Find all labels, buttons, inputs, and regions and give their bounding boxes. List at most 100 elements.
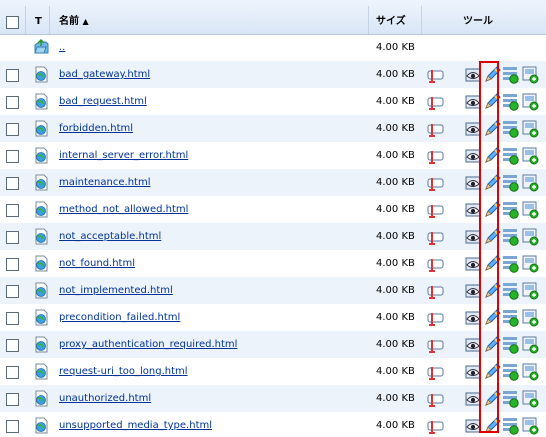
- table-row[interactable]: bad_request.html 4.00 KB: [0, 88, 546, 115]
- table-row[interactable]: not_acceptable.html 4.00 KB: [0, 223, 546, 250]
- properties-icon[interactable]: [502, 254, 520, 273]
- properties-icon[interactable]: [502, 281, 520, 300]
- edit-icon[interactable]: [483, 119, 501, 138]
- properties-icon[interactable]: [502, 173, 520, 192]
- row-checkbox[interactable]: [6, 123, 19, 136]
- edit-icon[interactable]: [483, 335, 501, 354]
- rename-icon[interactable]: [427, 416, 445, 435]
- rename-icon[interactable]: [427, 146, 445, 165]
- file-name-link[interactable]: not_implemented.html: [59, 277, 173, 304]
- copy-icon[interactable]: [521, 335, 539, 354]
- row-checkbox[interactable]: [6, 420, 19, 433]
- edit-icon[interactable]: [483, 281, 501, 300]
- parent-dir-row[interactable]: .. 4.00 KB: [0, 34, 546, 61]
- file-name-link[interactable]: bad_gateway.html: [59, 61, 150, 88]
- row-checkbox[interactable]: [6, 204, 19, 217]
- view-icon[interactable]: [465, 335, 483, 354]
- view-icon[interactable]: [465, 308, 483, 327]
- rename-icon[interactable]: [427, 335, 445, 354]
- edit-icon[interactable]: [483, 254, 501, 273]
- rename-icon[interactable]: [427, 362, 445, 381]
- properties-icon[interactable]: [502, 362, 520, 381]
- properties-icon[interactable]: [502, 65, 520, 84]
- copy-icon[interactable]: [521, 362, 539, 381]
- file-name-link[interactable]: proxy_authentication_required.html: [59, 331, 237, 358]
- view-icon[interactable]: [465, 173, 483, 192]
- rename-icon[interactable]: [427, 227, 445, 246]
- row-checkbox[interactable]: [6, 339, 19, 352]
- copy-icon[interactable]: [521, 146, 539, 165]
- row-checkbox[interactable]: [6, 312, 19, 325]
- edit-icon[interactable]: [483, 389, 501, 408]
- copy-icon[interactable]: [521, 119, 539, 138]
- copy-icon[interactable]: [521, 92, 539, 111]
- copy-icon[interactable]: [521, 281, 539, 300]
- copy-icon[interactable]: [521, 173, 539, 192]
- row-checkbox[interactable]: [6, 150, 19, 163]
- view-icon[interactable]: [465, 416, 483, 435]
- table-row[interactable]: not_found.html 4.00 KB: [0, 250, 546, 277]
- rename-icon[interactable]: [427, 173, 445, 192]
- parent-dir-link[interactable]: ..: [59, 34, 65, 61]
- rename-icon[interactable]: [427, 254, 445, 273]
- properties-icon[interactable]: [502, 389, 520, 408]
- table-row[interactable]: method_not_allowed.html 4.00 KB: [0, 196, 546, 223]
- copy-icon[interactable]: [521, 389, 539, 408]
- header-name[interactable]: 名前 ▲: [59, 0, 89, 34]
- file-name-link[interactable]: maintenance.html: [59, 169, 150, 196]
- row-checkbox[interactable]: [6, 258, 19, 271]
- file-name-link[interactable]: method_not_allowed.html: [59, 196, 188, 223]
- edit-icon[interactable]: [483, 308, 501, 327]
- header-size[interactable]: サイズ: [376, 0, 406, 34]
- rename-icon[interactable]: [427, 119, 445, 138]
- view-icon[interactable]: [465, 146, 483, 165]
- edit-icon[interactable]: [483, 173, 501, 192]
- rename-icon[interactable]: [427, 389, 445, 408]
- row-checkbox[interactable]: [6, 177, 19, 190]
- properties-icon[interactable]: [502, 227, 520, 246]
- row-checkbox[interactable]: [6, 231, 19, 244]
- properties-icon[interactable]: [502, 119, 520, 138]
- rename-icon[interactable]: [427, 308, 445, 327]
- view-icon[interactable]: [465, 227, 483, 246]
- file-name-link[interactable]: not_found.html: [59, 250, 135, 277]
- table-row[interactable]: bad_gateway.html 4.00 KB: [0, 61, 546, 88]
- table-row[interactable]: precondition_failed.html 4.00 KB: [0, 304, 546, 331]
- header-type[interactable]: T: [35, 0, 42, 34]
- rename-icon[interactable]: [427, 200, 445, 219]
- row-checkbox[interactable]: [6, 69, 19, 82]
- edit-icon[interactable]: [483, 92, 501, 111]
- properties-icon[interactable]: [502, 335, 520, 354]
- edit-icon[interactable]: [483, 146, 501, 165]
- row-checkbox[interactable]: [6, 96, 19, 109]
- rename-icon[interactable]: [427, 92, 445, 111]
- file-name-link[interactable]: forbidden.html: [59, 115, 133, 142]
- properties-icon[interactable]: [502, 308, 520, 327]
- view-icon[interactable]: [465, 119, 483, 138]
- copy-icon[interactable]: [521, 308, 539, 327]
- copy-icon[interactable]: [521, 416, 539, 435]
- table-row[interactable]: not_implemented.html 4.00 KB: [0, 277, 546, 304]
- view-icon[interactable]: [465, 389, 483, 408]
- file-name-link[interactable]: bad_request.html: [59, 88, 147, 115]
- rename-icon[interactable]: [427, 281, 445, 300]
- view-icon[interactable]: [465, 254, 483, 273]
- file-name-link[interactable]: internal_server_error.html: [59, 142, 188, 169]
- edit-icon[interactable]: [483, 416, 501, 435]
- copy-icon[interactable]: [521, 65, 539, 84]
- view-icon[interactable]: [465, 92, 483, 111]
- edit-icon[interactable]: [483, 362, 501, 381]
- view-icon[interactable]: [465, 281, 483, 300]
- file-name-link[interactable]: unauthorized.html: [59, 385, 151, 412]
- table-row[interactable]: unsupported_media_type.html 4.00 KB: [0, 412, 546, 437]
- file-name-link[interactable]: unsupported_media_type.html: [59, 412, 212, 437]
- edit-icon[interactable]: [483, 227, 501, 246]
- table-row[interactable]: forbidden.html 4.00 KB: [0, 115, 546, 142]
- view-icon[interactable]: [465, 362, 483, 381]
- file-name-link[interactable]: precondition_failed.html: [59, 304, 180, 331]
- file-name-link[interactable]: not_acceptable.html: [59, 223, 161, 250]
- table-row[interactable]: maintenance.html 4.00 KB: [0, 169, 546, 196]
- row-checkbox[interactable]: [6, 366, 19, 379]
- table-row[interactable]: internal_server_error.html 4.00 KB: [0, 142, 546, 169]
- edit-icon[interactable]: [483, 65, 501, 84]
